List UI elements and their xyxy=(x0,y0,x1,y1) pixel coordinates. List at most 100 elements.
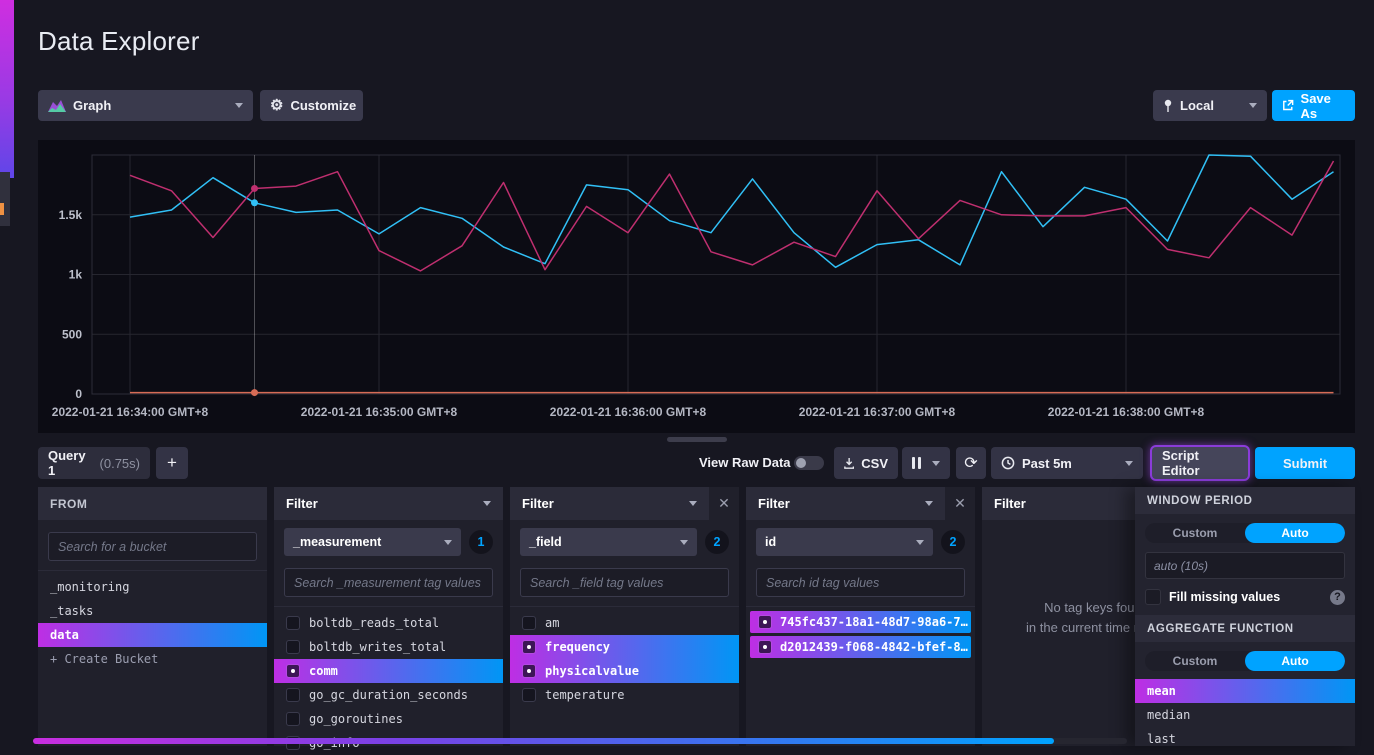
tag-key-dropdown[interactable]: _measurement xyxy=(284,528,461,556)
clock-icon xyxy=(1001,456,1015,470)
field-search-input[interactable]: Search _field tag values xyxy=(520,568,729,597)
measurement-search-input[interactable]: Search _measurement tag values xyxy=(284,568,493,597)
id-search-input[interactable]: Search id tag values xyxy=(756,568,965,597)
chevron-down-icon xyxy=(932,461,940,466)
checkbox[interactable] xyxy=(286,640,300,654)
script-editor-button[interactable]: Script Editor xyxy=(1152,447,1248,479)
scope-dropdown[interactable]: Local xyxy=(1153,90,1267,121)
function-item[interactable]: median xyxy=(1135,703,1355,727)
function-item-selected[interactable]: mean xyxy=(1135,679,1355,703)
svg-text:2022-01-21 16:35:00 GMT+8: 2022-01-21 16:35:00 GMT+8 xyxy=(301,405,458,419)
fill-missing-checkbox[interactable] xyxy=(1145,589,1161,605)
tag-value-item-selected[interactable]: physicalvalue xyxy=(510,659,739,683)
tag-key-dropdown[interactable]: _field xyxy=(520,528,697,556)
selected-count-badge: 2 xyxy=(705,530,729,554)
time-series-chart[interactable]: 05001k1.5k2022-01-21 16:34:00 GMT+82022-… xyxy=(38,140,1355,433)
svg-text:1.5k: 1.5k xyxy=(59,208,83,222)
export-icon xyxy=(1282,99,1294,112)
checkbox-checked[interactable] xyxy=(286,664,300,678)
tag-value-item-selected[interactable]: d2012439-f068-4842-bfef-8… xyxy=(750,636,971,658)
checkbox[interactable] xyxy=(522,616,536,630)
pause-button[interactable] xyxy=(902,447,950,479)
remove-filter-button[interactable]: ✕ xyxy=(945,487,975,520)
create-bucket-button[interactable]: + Create Bucket xyxy=(38,647,267,671)
time-range-dropdown[interactable]: Past 5m xyxy=(991,447,1143,479)
svg-text:2022-01-21 16:37:00 GMT+8: 2022-01-21 16:37:00 GMT+8 xyxy=(799,405,956,419)
view-type-label: Graph xyxy=(73,98,111,113)
tag-value-item[interactable]: am xyxy=(510,611,739,635)
time-range-label: Past 5m xyxy=(1022,456,1072,471)
save-as-label: Save As xyxy=(1301,91,1345,121)
svg-text:1k: 1k xyxy=(69,268,83,282)
custom-option[interactable]: Custom xyxy=(1145,523,1245,543)
function-item[interactable]: last xyxy=(1135,727,1355,751)
scope-label: Local xyxy=(1180,98,1214,113)
tag-key-dropdown[interactable]: id xyxy=(756,528,933,556)
svg-text:2022-01-21 16:38:00 GMT+8: 2022-01-21 16:38:00 GMT+8 xyxy=(1048,405,1205,419)
custom-option[interactable]: Custom xyxy=(1145,651,1245,671)
selected-count-badge: 1 xyxy=(469,530,493,554)
aggregate-mode-toggle[interactable]: Custom Auto xyxy=(1145,651,1345,671)
chevron-down-icon xyxy=(483,501,491,506)
checkbox-checked[interactable] xyxy=(758,615,772,629)
from-title: FROM xyxy=(50,497,87,511)
tag-value-item[interactable]: temperature xyxy=(510,683,739,707)
tag-value-item-selected[interactable]: frequency xyxy=(510,635,739,659)
tag-value-item[interactable]: go_goroutines xyxy=(274,707,503,731)
horizontal-scrollbar-thumb[interactable] xyxy=(33,738,1054,744)
checkbox[interactable] xyxy=(522,688,536,702)
view-type-dropdown[interactable]: Graph xyxy=(38,90,253,121)
remove-filter-button[interactable]: ✕ xyxy=(709,487,739,520)
filter-header[interactable]: Filter xyxy=(274,487,503,520)
resize-handle[interactable] xyxy=(667,437,727,442)
checkbox[interactable] xyxy=(286,688,300,702)
auto-option-selected[interactable]: Auto xyxy=(1245,651,1345,671)
refresh-button[interactable]: ⟳ xyxy=(956,447,986,479)
chevron-down-icon xyxy=(689,501,697,506)
bucket-search-input[interactable]: Search for a bucket xyxy=(48,532,257,561)
query-tab-label: Query 1 xyxy=(48,448,93,478)
field-list: am frequency physicalvalue temperature xyxy=(510,606,739,707)
plus-icon: + xyxy=(167,453,177,473)
query-tab[interactable]: Query 1 (0.75s) xyxy=(38,447,150,479)
chart-svg: 05001k1.5k2022-01-21 16:34:00 GMT+82022-… xyxy=(38,140,1355,433)
area-chart-icon xyxy=(48,99,66,112)
filter-header[interactable]: Filter xyxy=(510,487,709,520)
svg-text:0: 0 xyxy=(75,387,82,401)
auto-option-selected[interactable]: Auto xyxy=(1245,523,1345,543)
checkbox-checked[interactable] xyxy=(522,664,536,678)
checkbox[interactable] xyxy=(286,712,300,726)
refresh-icon: ⟳ xyxy=(964,453,977,473)
bucket-item[interactable]: _monitoring xyxy=(38,575,267,599)
tag-value-item[interactable]: boltdb_writes_total xyxy=(274,635,503,659)
filter-panel-id: Filter ✕ id 2 Search id tag values 745fc… xyxy=(746,487,975,746)
pause-icon xyxy=(912,457,921,469)
checkbox[interactable] xyxy=(286,616,300,630)
tag-value-item-selected[interactable]: 745fc437-18a1-48d7-98a6-7… xyxy=(750,611,971,633)
filter-panel-field: Filter ✕ _field 2 Search _field tag valu… xyxy=(510,487,739,746)
checkbox-checked[interactable] xyxy=(522,640,536,654)
window-period-mode-toggle[interactable]: Custom Auto xyxy=(1145,523,1345,543)
tag-value-item[interactable]: go_gc_duration_seconds xyxy=(274,683,503,707)
view-raw-data-label: View Raw Data xyxy=(699,455,791,470)
tag-value-item-selected[interactable]: comm xyxy=(274,659,503,683)
csv-download-button[interactable]: CSV xyxy=(834,447,898,479)
id-list: 745fc437-18a1-48d7-98a6-7… d2012439-f068… xyxy=(746,606,975,658)
checkbox-checked[interactable] xyxy=(758,640,772,654)
close-icon: ✕ xyxy=(718,495,730,512)
save-as-button[interactable]: Save As xyxy=(1272,90,1355,121)
help-icon[interactable]: ? xyxy=(1330,590,1345,605)
submit-button[interactable]: Submit xyxy=(1255,447,1355,479)
view-raw-data-toggle[interactable] xyxy=(794,456,824,470)
filter-header[interactable]: Filter xyxy=(746,487,945,520)
customize-button[interactable]: ⚙ Customize xyxy=(260,90,363,121)
tag-value-item[interactable]: boltdb_reads_total xyxy=(274,611,503,635)
window-period-header: WINDOW PERIOD xyxy=(1135,487,1355,514)
window-period-input[interactable]: auto (10s) xyxy=(1145,552,1345,579)
bucket-item-selected[interactable]: data xyxy=(38,623,267,647)
svg-text:2022-01-21 16:34:00 GMT+8: 2022-01-21 16:34:00 GMT+8 xyxy=(52,405,209,419)
bucket-item[interactable]: _tasks xyxy=(38,599,267,623)
customize-label: Customize xyxy=(290,98,356,113)
nav-sidebar-notch-icon xyxy=(0,203,4,215)
add-query-button[interactable]: + xyxy=(156,447,188,479)
